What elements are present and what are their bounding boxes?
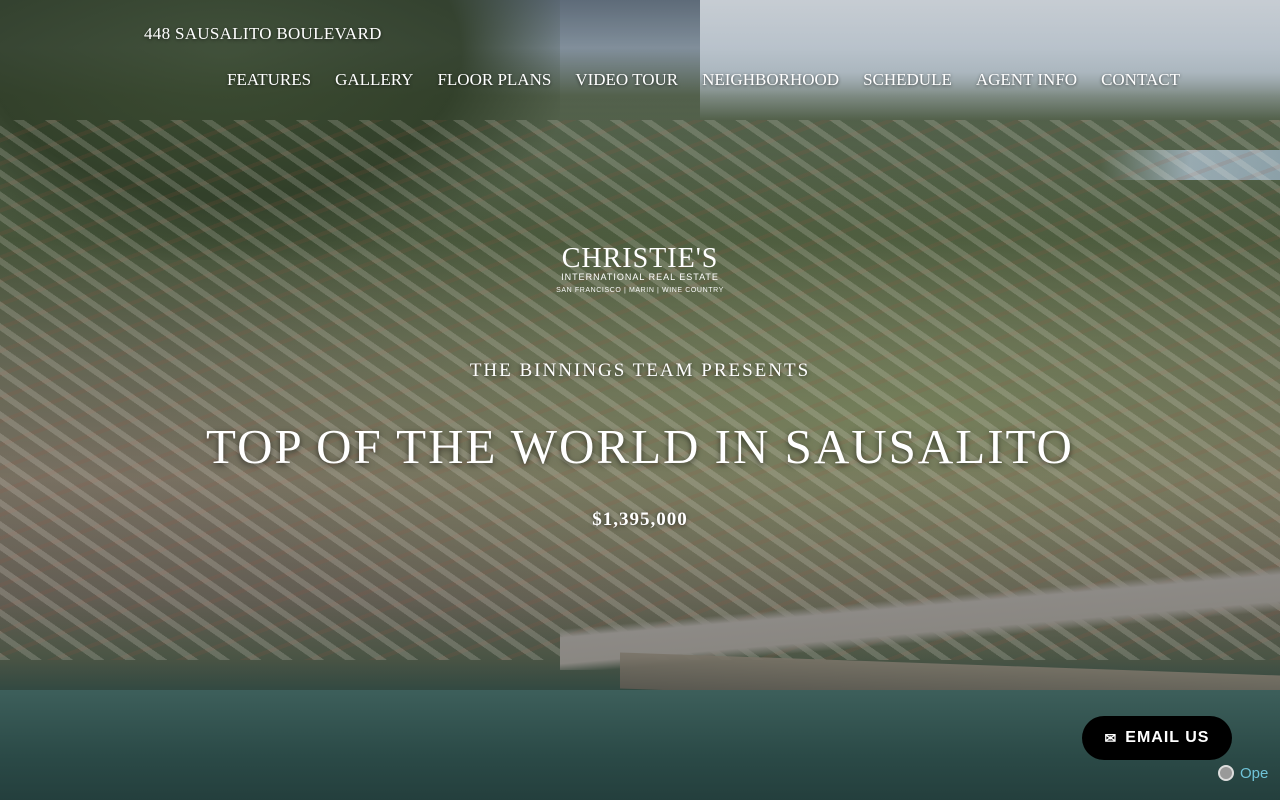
logo-subtitle: INTERNATIONAL REAL ESTATE — [561, 272, 719, 282]
logo-brand: CHRISTIE'S — [561, 243, 719, 274]
nav-item-gallery[interactable]: GALLERY — [323, 68, 425, 92]
badge-icon — [1218, 765, 1234, 781]
nav-item-floor-plans[interactable]: FLOOR PLANS — [425, 68, 563, 92]
envelope-icon: ✉ — [1104, 729, 1118, 746]
main-nav: FEATURES GALLERY FLOOR PLANS VIDEO TOUR … — [215, 68, 1192, 92]
site-title[interactable]: 448 SAUSALITO BOULEVARD — [144, 24, 382, 44]
presenter-line: THE BINNINGS TEAM PRESENTS — [469, 360, 811, 381]
logo-regions: SAN FRANCISCO | MARIN | WINE COUNTRY — [556, 287, 724, 294]
sky — [700, 0, 1280, 120]
email-us-button[interactable]: ✉ EMAIL US — [1082, 716, 1232, 760]
corner-badge[interactable]: Ope — [1218, 762, 1268, 784]
property-headline: TOP OF THE WORLD IN SAUSALITO — [206, 419, 1074, 474]
nav-item-features[interactable]: FEATURES — [215, 68, 323, 92]
listing-price: $1,395,000 — [592, 509, 688, 530]
email-us-label: EMAIL US — [1125, 729, 1210, 746]
nav-item-agent-info[interactable]: AGENT INFO — [964, 68, 1089, 92]
hero-background — [0, 0, 1280, 800]
nav-item-video-tour[interactable]: VIDEO TOUR — [563, 68, 690, 92]
badge-label: Ope — [1240, 764, 1269, 782]
brokerage-logo: CHRISTIE'S INTERNATIONAL REAL ESTATE SAN… — [540, 243, 740, 295]
nav-item-neighborhood[interactable]: NEIGHBORHOOD — [690, 68, 851, 92]
nav-item-schedule[interactable]: SCHEDULE — [851, 68, 964, 92]
nav-item-contact[interactable]: CONTACT — [1089, 68, 1192, 92]
